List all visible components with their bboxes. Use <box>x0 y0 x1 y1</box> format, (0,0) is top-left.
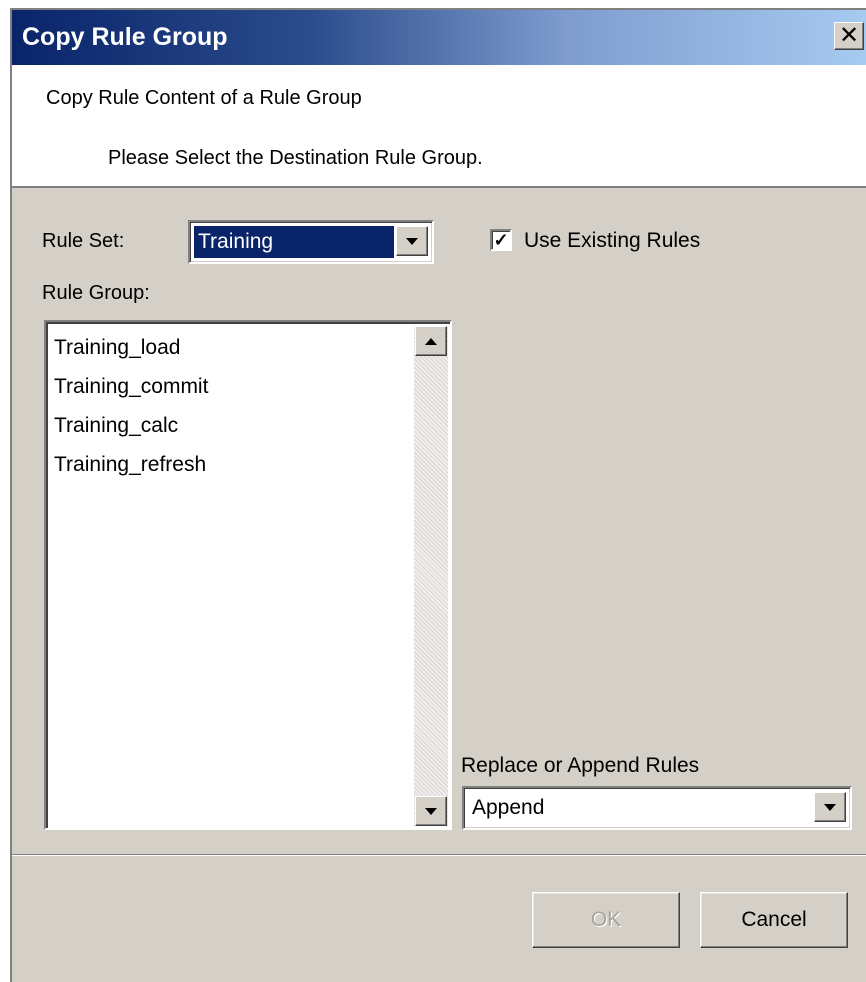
copy-rule-group-dialog: Copy Rule Group ✕ Copy Rule Content of a… <box>10 8 866 982</box>
cancel-button[interactable]: Cancel <box>700 892 848 948</box>
dialog-header: Copy Rule Content of a Rule Group Please… <box>12 65 866 188</box>
replace-append-dropdown-button[interactable] <box>814 792 846 822</box>
close-button[interactable]: ✕ <box>834 22 864 50</box>
vertical-scrollbar[interactable] <box>414 326 448 826</box>
rule-group-label: Rule Group: <box>42 282 150 304</box>
replace-append-label: Replace or Append Rules <box>461 754 700 777</box>
window-title: Copy Rule Group <box>22 23 228 51</box>
chevron-down-icon <box>406 237 418 245</box>
rule-group-list[interactable]: Training_load Training_commit Training_c… <box>44 320 452 830</box>
rule-set-value: Training <box>194 226 394 258</box>
replace-append-value: Append <box>472 796 545 819</box>
chevron-down-icon <box>824 803 836 811</box>
scroll-down-button[interactable] <box>415 796 447 826</box>
list-item[interactable]: Training_calc <box>54 414 178 438</box>
header-title: Copy Rule Content of a Rule Group <box>46 87 362 109</box>
replace-append-dropdown[interactable]: Append <box>462 786 852 830</box>
footer-separator <box>12 854 866 856</box>
rule-set-label: Rule Set: <box>42 230 125 252</box>
use-existing-rules-checkbox[interactable]: ✓ <box>490 229 512 251</box>
header-subtitle: Please Select the Destination Rule Group… <box>108 147 483 169</box>
rule-set-dropdown-button[interactable] <box>396 226 428 256</box>
ok-button[interactable]: OK <box>532 892 680 948</box>
rule-set-dropdown[interactable]: Training <box>188 220 434 264</box>
list-item[interactable]: Training_refresh <box>54 453 206 477</box>
title-bar[interactable]: Copy Rule Group ✕ <box>12 10 866 65</box>
checkmark-icon: ✓ <box>493 230 509 250</box>
scroll-down-icon <box>425 807 437 815</box>
list-item[interactable]: Training_load <box>54 336 180 360</box>
use-existing-rules-label[interactable]: Use Existing Rules <box>524 229 700 253</box>
scroll-up-button[interactable] <box>415 326 447 356</box>
close-icon: ✕ <box>838 22 860 49</box>
scroll-up-icon <box>425 337 437 345</box>
list-item[interactable]: Training_commit <box>54 375 208 399</box>
